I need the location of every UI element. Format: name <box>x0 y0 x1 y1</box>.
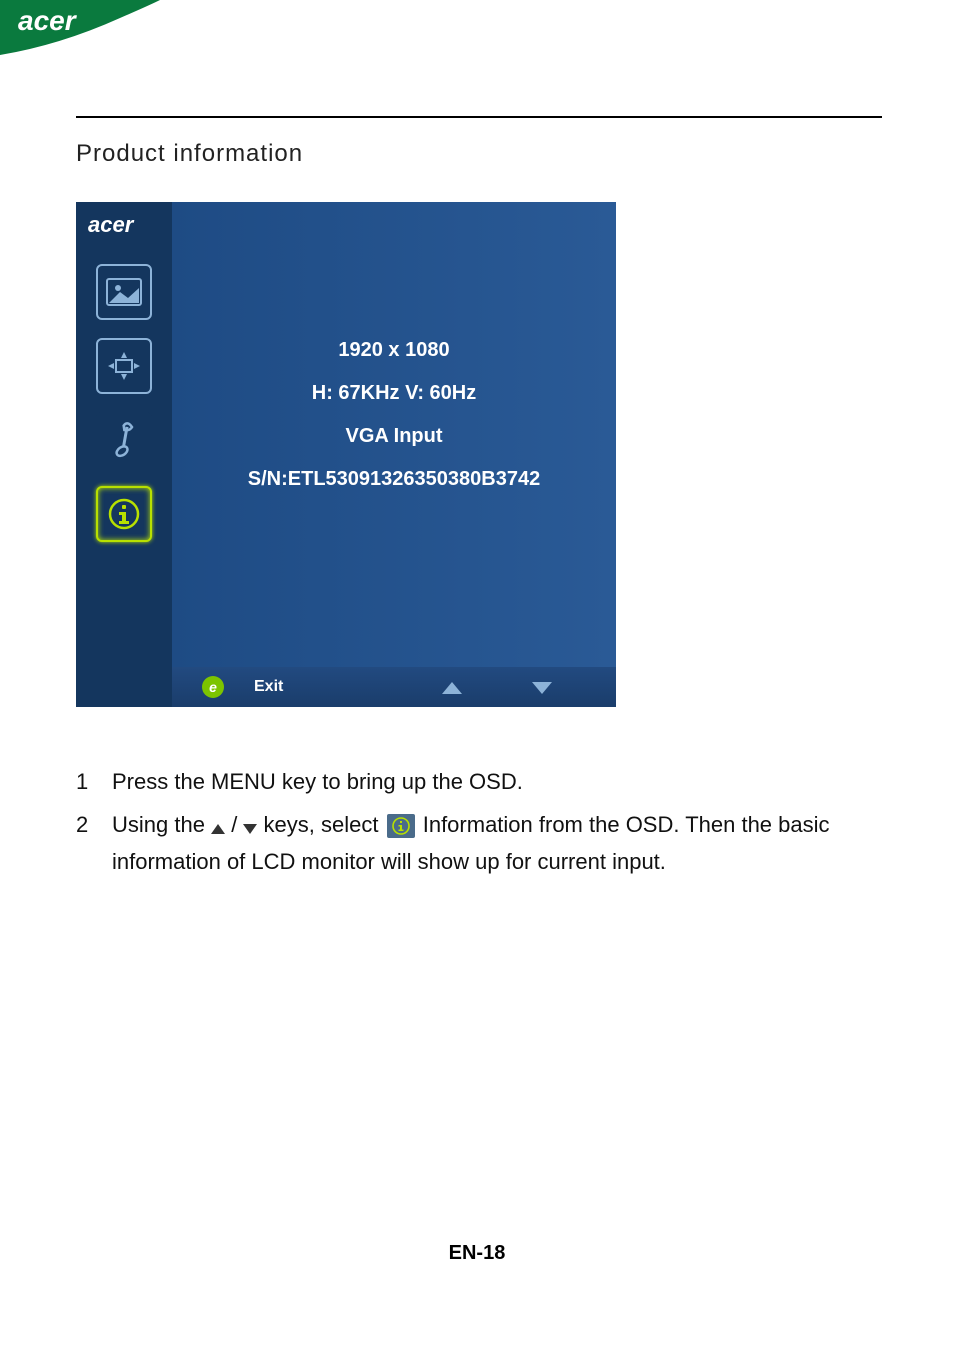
down-arrow-icon <box>243 809 257 844</box>
instruction-1-number: 1 <box>76 764 112 799</box>
inline-info-icon <box>387 814 415 838</box>
page-number: EN-18 <box>0 1242 954 1265</box>
osd-bottom-bar: e Exit <box>172 667 616 707</box>
acer-logo-text: acer <box>18 5 78 36</box>
section-title: Product information <box>76 140 303 168</box>
nav-up-icon[interactable] <box>442 681 462 699</box>
osd-resolution: 1920 x 1080 <box>338 339 449 362</box>
horizontal-rule <box>76 116 882 118</box>
up-arrow-icon <box>211 809 225 844</box>
osd-info-content: 1920 x 1080 H: 67KHz V: 60Hz VGA Input S… <box>172 202 616 667</box>
position-tab-icon[interactable] <box>96 338 152 394</box>
osd-input: VGA Input <box>345 425 442 448</box>
osd-panel: acer <box>76 202 616 707</box>
eco-icon[interactable]: e <box>202 676 224 698</box>
information-tab-icon[interactable] <box>96 486 152 542</box>
instruction-2-number: 2 <box>76 807 112 879</box>
picture-tab-icon[interactable] <box>96 264 152 320</box>
instruction-1: 1 Press the MENU key to bring up the OSD… <box>76 764 882 799</box>
osd-serial: S/N:ETL53091326350380B3742 <box>248 468 540 491</box>
exit-button-label[interactable]: Exit <box>254 678 283 696</box>
osd-bottom-left-spacer <box>76 667 172 707</box>
osd-frequency: H: 67KHz V: 60Hz <box>312 382 477 405</box>
osd-sidebar: acer <box>76 202 172 667</box>
header-logo-swoosh: acer <box>0 0 160 70</box>
settings-tab-icon[interactable] <box>96 412 152 468</box>
nav-down-icon[interactable] <box>532 681 552 699</box>
instruction-2-text: Using the / keys, select Information fro… <box>112 807 882 879</box>
instructions-list: 1 Press the MENU key to bring up the OSD… <box>76 764 882 887</box>
instruction-1-text: Press the MENU key to bring up the OSD. <box>112 764 882 799</box>
instruction-2: 2 Using the / keys, select Infor <box>76 807 882 879</box>
svg-text:acer: acer <box>88 212 135 237</box>
osd-brand-logo: acer <box>84 210 164 240</box>
